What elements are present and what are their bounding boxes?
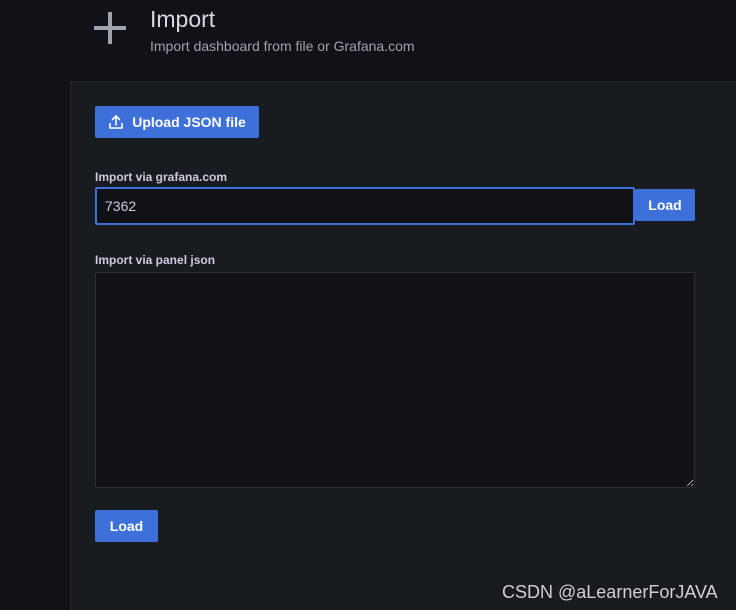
panel-json-label: Import via panel json xyxy=(95,253,216,267)
import-panel: Upload JSON file Import via grafana.com … xyxy=(70,81,736,610)
upload-json-button[interactable]: Upload JSON file xyxy=(95,106,259,138)
panel-json-textarea[interactable] xyxy=(95,272,695,488)
upload-json-label: Upload JSON file xyxy=(132,114,246,130)
watermark: CSDN @aLearnerForJAVA xyxy=(502,582,718,602)
grafana-import-label: Import via grafana.com xyxy=(95,170,228,184)
json-load-button[interactable]: Load xyxy=(95,510,158,542)
page-header: Import Import dashboard from file or Gra… xyxy=(0,0,736,81)
grafana-load-button[interactable]: Load xyxy=(635,189,695,221)
grafana-id-input[interactable] xyxy=(95,187,635,225)
plus-icon xyxy=(94,12,126,44)
page-title: Import xyxy=(150,6,216,32)
upload-icon xyxy=(109,115,124,129)
page-subtitle: Import dashboard from file or Grafana.co… xyxy=(150,38,415,54)
